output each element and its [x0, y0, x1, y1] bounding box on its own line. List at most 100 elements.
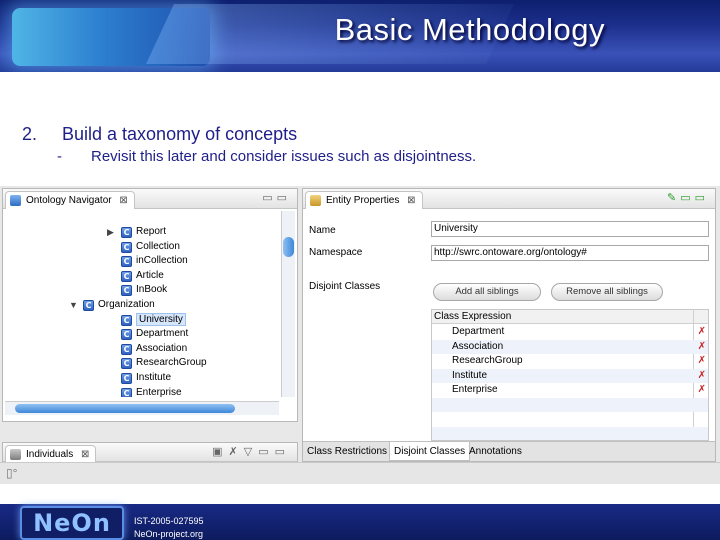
logo-text: NeOn — [33, 509, 111, 537]
class-expression-value: Institute — [452, 369, 488, 381]
individuals-tab-bar: Individuals ⊠ ▣✗▽▭▭ — [3, 443, 297, 463]
tree-node-label: inCollection — [136, 255, 188, 267]
empty-table-row — [432, 427, 708, 440]
class-expression-value: Department — [452, 326, 505, 337]
entity-properties-view: Entity Properties ⊠ ✎▭▭ Name University … — [302, 188, 716, 462]
tree-node[interactable]: C Association — [121, 342, 187, 356]
tree-node-label: Department — [136, 328, 189, 340]
class-expression-value: Enterprise — [452, 384, 498, 396]
individuals-view: Individuals ⊠ ▣✗▽▭▭ — [2, 442, 298, 463]
expand-arrow-icon[interactable]: ▶ — [107, 225, 114, 239]
neon-logo: NeOn — [20, 506, 124, 540]
tab-class-restrictions[interactable]: Class Restrictions — [303, 442, 391, 461]
sub-bullet-text: Revisit this later and consider issues s… — [91, 148, 477, 165]
navigator-tab-bar: Ontology Navigator ⊠ ▭▭ — [3, 189, 297, 209]
tree-node-label: InBook — [136, 284, 168, 296]
tree-node[interactable]: C Department — [121, 327, 188, 341]
class-expression-value: Association — [452, 340, 504, 352]
footer-website: NeOn-project.org — [134, 529, 204, 539]
tab-annotations[interactable]: Annotations — [465, 442, 526, 461]
bullet-number: 2. — [22, 124, 38, 144]
column-header-label: Class Expression — [434, 311, 512, 322]
class-icon: C — [121, 343, 132, 355]
close-icon[interactable]: ⊠ — [407, 195, 415, 206]
class-icon: C — [83, 300, 94, 311]
status-bar: ▯° — [0, 462, 720, 484]
tree-node[interactable]: C University — [121, 312, 186, 327]
class-icon: C — [121, 241, 132, 253]
class-icon: C — [121, 387, 132, 397]
bullet-text: Build a taxonomy of concepts — [62, 124, 298, 144]
ontology-navigator-view: Ontology Navigator ⊠ ▭▭ ▶ C Report C Collect… — [2, 188, 298, 422]
class-icon: C — [121, 329, 132, 341]
tree-node-label: Organization — [98, 299, 155, 310]
tab-label: Individuals — [26, 449, 74, 460]
delete-icon[interactable]: ✗ — [698, 340, 706, 354]
tab-individuals[interactable]: Individuals ⊠ — [5, 445, 97, 463]
class-icon: C — [121, 227, 132, 238]
view-toolbar-icons[interactable]: ▣✗▽▭▭ — [212, 445, 291, 458]
individuals-icon — [10, 449, 21, 460]
table-row[interactable]: ResearchGroup ✗ — [432, 354, 708, 368]
minimize-maximize-icons[interactable]: ▭▭ — [262, 191, 291, 204]
tab-ontology-navigator[interactable]: Ontology Navigator ⊠ — [5, 191, 135, 209]
tree-node[interactable]: ▶ C Report — [107, 225, 167, 239]
tab-disjoint-classes[interactable]: Disjoint Classes — [389, 442, 471, 461]
tree-node[interactable]: C Institute — [121, 371, 171, 385]
class-icon: C — [121, 285, 132, 297]
delete-icon[interactable]: ✗ — [698, 369, 706, 383]
class-icon: C — [121, 358, 132, 370]
close-icon[interactable]: ⊠ — [119, 195, 127, 206]
tree-node[interactable]: C InBook — [121, 283, 167, 297]
tree-node[interactable]: ▼ C Organization — [69, 298, 155, 312]
title-banner: Basic Methodology — [0, 0, 720, 72]
class-expression-table: Class Expression Department ✗ Association ✗… — [431, 309, 709, 441]
vertical-scrollbar[interactable] — [281, 211, 295, 397]
delete-icon[interactable]: ✗ — [698, 325, 706, 339]
sub-bullet-dash: - — [57, 148, 62, 165]
class-icon: C — [121, 256, 132, 268]
class-icon: C — [121, 373, 132, 384]
empty-table-row — [432, 413, 708, 427]
close-icon[interactable]: ⊠ — [81, 449, 89, 460]
table-row[interactable]: Enterprise ✗ — [432, 383, 708, 397]
table-row[interactable]: Institute ✗ — [432, 368, 708, 383]
properties-tab-bar: Entity Properties ⊠ ✎▭▭ — [303, 189, 715, 209]
table-row[interactable]: Department ✗ — [432, 325, 708, 339]
properties-bottom-tabs: Class Restrictions Disjoint Classes Anno… — [303, 441, 715, 461]
delete-icon[interactable]: ✗ — [698, 354, 706, 368]
tree-node[interactable]: C Article — [121, 269, 164, 283]
delete-icon[interactable]: ✗ — [698, 383, 706, 397]
class-icon: C — [121, 270, 132, 282]
scroll-thumb[interactable] — [15, 404, 235, 413]
namespace-label: Namespace — [309, 247, 363, 258]
tree-node-label: University — [136, 312, 186, 326]
properties-icon — [310, 195, 321, 206]
name-field[interactable]: University — [431, 221, 709, 237]
table-row[interactable]: Association ✗ — [432, 339, 708, 354]
class-expression-value: ResearchGroup — [452, 355, 523, 367]
ontology-editor-screenshot: Ontology Navigator ⊠ ▭▭ ▶ C Report C Collect… — [0, 186, 720, 484]
tab-label: Ontology Navigator — [26, 195, 112, 206]
pin-minimize-maximize-icons[interactable]: ✎▭▭ — [667, 191, 709, 204]
tree-node[interactable]: C Collection — [121, 240, 180, 254]
horizontal-scrollbar[interactable] — [5, 401, 279, 415]
tree-node-label: Article — [136, 269, 164, 281]
tab-label: Entity Properties — [326, 195, 400, 206]
add-all-siblings-button[interactable]: Add all siblings — [433, 283, 541, 301]
tree-node-label: Enterprise — [136, 386, 182, 397]
class-icon: C — [121, 314, 132, 326]
empty-table-row — [432, 398, 708, 412]
tab-entity-properties[interactable]: Entity Properties ⊠ — [305, 191, 423, 209]
tree-node[interactable]: C ResearchGroup — [121, 356, 207, 370]
remove-all-siblings-button[interactable]: Remove all siblings — [551, 283, 663, 301]
namespace-field[interactable]: http://swrc.ontoware.org/ontology# — [431, 245, 709, 261]
name-label: Name — [309, 225, 336, 236]
scroll-thumb[interactable] — [283, 237, 294, 257]
tree-node-label: Report — [136, 226, 167, 237]
tree-node-label: Association — [136, 342, 188, 354]
tree-node[interactable]: C Enterprise — [121, 386, 182, 397]
tree-node[interactable]: CinCollection — [121, 254, 188, 268]
footer-project-id: IST-2005-027595 — [134, 516, 204, 526]
collapse-arrow-icon[interactable]: ▼ — [69, 298, 78, 312]
